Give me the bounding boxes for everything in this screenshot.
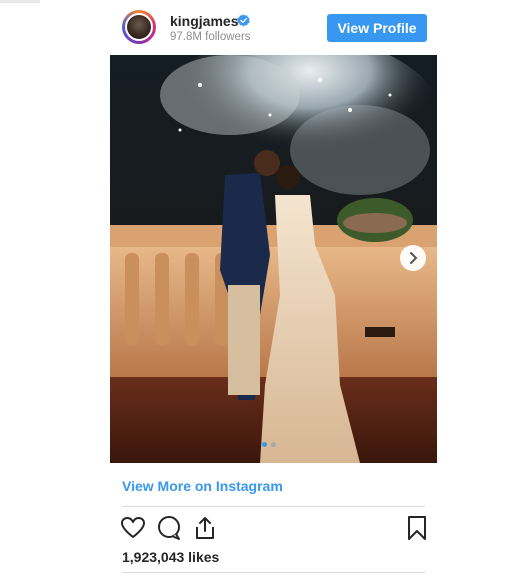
carousel-dot-active (262, 442, 267, 447)
divider (122, 506, 425, 507)
carousel-indicator (262, 442, 292, 450)
follower-count: 97.8M followers (170, 31, 251, 43)
post-photo-image (110, 55, 437, 463)
post-photo[interactable] (110, 55, 437, 463)
corner-mark (0, 0, 40, 3)
bookmark-icon[interactable] (404, 515, 430, 541)
bottom-divider (122, 572, 425, 573)
chevron-right-icon[interactable] (400, 245, 426, 271)
avatar-image (125, 13, 153, 41)
like-count: 1,923,043 likes (122, 549, 220, 565)
share-icon[interactable] (192, 515, 218, 541)
carousel-dot (271, 442, 276, 447)
heart-icon[interactable] (120, 515, 146, 541)
instagram-embed-card: kingjames 97.8M followers View Profile V… (110, 0, 437, 582)
username[interactable]: kingjames (170, 13, 238, 29)
view-more-link[interactable]: View More on Instagram (122, 478, 283, 494)
post-actions (120, 515, 430, 543)
view-profile-button[interactable]: View Profile (327, 14, 427, 42)
verified-badge-icon (237, 14, 250, 27)
avatar[interactable] (122, 10, 156, 44)
comment-icon[interactable] (156, 515, 182, 541)
post-header: kingjames 97.8M followers View Profile (110, 8, 437, 48)
